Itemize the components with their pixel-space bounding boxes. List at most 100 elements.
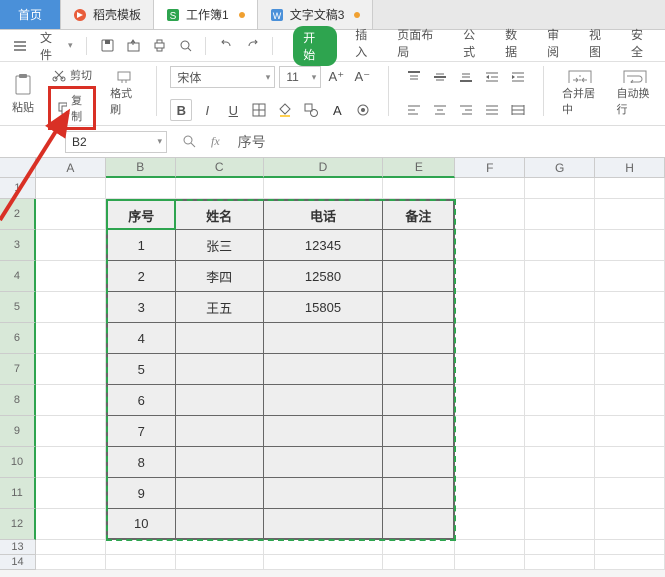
cell[interactable] — [36, 555, 106, 570]
format-painter-button[interactable]: 格式刷 — [106, 66, 141, 121]
font-name-select[interactable]: 宋体 — [170, 66, 275, 88]
underline-button[interactable]: U — [222, 99, 244, 121]
font-size-select[interactable]: 11 — [279, 66, 321, 88]
cell[interactable] — [36, 478, 106, 509]
cell[interactable] — [525, 261, 595, 292]
ribbon-tab-security[interactable]: 安全 — [631, 26, 655, 66]
copy-button[interactable]: 复制 — [48, 86, 96, 130]
cell[interactable] — [595, 416, 665, 447]
cell[interactable] — [595, 385, 665, 416]
print-icon[interactable] — [149, 36, 169, 56]
cell[interactable]: 8 — [106, 447, 176, 478]
cell[interactable] — [525, 292, 595, 323]
name-box[interactable]: B2 — [65, 131, 167, 153]
cell[interactable] — [36, 354, 106, 385]
cell[interactable] — [36, 385, 106, 416]
cell[interactable]: 李四 — [176, 261, 264, 292]
cell[interactable] — [383, 230, 455, 261]
cell[interactable] — [264, 478, 384, 509]
row-header[interactable]: 13 — [0, 540, 36, 555]
row-header[interactable]: 4 — [0, 261, 36, 292]
ribbon-tab-home[interactable]: 开始 — [293, 26, 337, 66]
cell[interactable]: 7 — [106, 416, 176, 447]
col-header[interactable]: A — [36, 158, 106, 178]
wrap-text-button[interactable]: 自动换行 — [612, 66, 657, 121]
cell[interactable] — [525, 555, 595, 570]
ribbon-tab-formula[interactable]: 公式 — [463, 26, 487, 66]
cell[interactable] — [383, 178, 455, 199]
cell[interactable] — [595, 292, 665, 323]
cell[interactable] — [455, 509, 525, 540]
col-header[interactable]: E — [383, 158, 455, 178]
cell[interactable] — [383, 478, 455, 509]
cell[interactable] — [106, 178, 176, 199]
align-middle-icon[interactable] — [429, 66, 451, 88]
align-center-icon[interactable] — [429, 99, 451, 121]
cell[interactable] — [106, 555, 176, 570]
cell[interactable] — [36, 509, 106, 540]
ribbon-tab-pagelayout[interactable]: 页面布局 — [397, 26, 445, 66]
cell[interactable] — [595, 199, 665, 230]
cell[interactable] — [383, 261, 455, 292]
cell[interactable] — [264, 385, 384, 416]
cell[interactable] — [383, 555, 455, 570]
cell[interactable] — [264, 416, 384, 447]
cell[interactable] — [525, 509, 595, 540]
cell[interactable] — [383, 385, 455, 416]
cell[interactable] — [36, 292, 106, 323]
cell[interactable] — [525, 447, 595, 478]
cell[interactable] — [383, 292, 455, 323]
cell[interactable] — [176, 540, 264, 555]
cell[interactable] — [595, 261, 665, 292]
cell[interactable]: 6 — [106, 385, 176, 416]
cell[interactable] — [525, 540, 595, 555]
cell[interactable] — [176, 385, 264, 416]
cell[interactable]: 4 — [106, 323, 176, 354]
cell[interactable] — [383, 323, 455, 354]
file-menu[interactable]: 文件 ▾ — [36, 27, 77, 65]
row-header[interactable]: 6 — [0, 323, 36, 354]
align-top-icon[interactable] — [403, 66, 425, 88]
cell[interactable] — [455, 323, 525, 354]
cell[interactable]: 序号 — [106, 199, 176, 230]
cell[interactable] — [264, 178, 384, 199]
fx-label[interactable]: fx — [211, 134, 220, 149]
cell[interactable] — [176, 447, 264, 478]
cell[interactable] — [455, 230, 525, 261]
cell[interactable] — [525, 354, 595, 385]
cell[interactable] — [36, 230, 106, 261]
cell[interactable] — [176, 509, 264, 540]
cell[interactable] — [455, 354, 525, 385]
col-header[interactable]: D — [264, 158, 384, 178]
font-color-button[interactable]: A — [326, 99, 348, 121]
cell[interactable] — [525, 323, 595, 354]
indent-decrease-icon[interactable] — [481, 66, 503, 88]
cell[interactable] — [455, 261, 525, 292]
cell[interactable] — [595, 540, 665, 555]
row-header[interactable]: 7 — [0, 354, 36, 385]
cell[interactable] — [383, 416, 455, 447]
align-right-icon[interactable] — [455, 99, 477, 121]
cell[interactable]: 10 — [106, 509, 176, 540]
cell[interactable] — [455, 416, 525, 447]
cell[interactable] — [595, 354, 665, 385]
cell[interactable]: 15805 — [264, 292, 384, 323]
row-header[interactable]: 12 — [0, 509, 36, 540]
cell[interactable]: 1 — [106, 230, 176, 261]
cell[interactable]: 12580 — [264, 261, 384, 292]
preview-icon[interactable] — [175, 36, 195, 56]
cell[interactable]: 备注 — [383, 199, 455, 230]
cell[interactable] — [264, 509, 384, 540]
decrease-font-icon[interactable]: A⁻ — [351, 66, 373, 88]
col-header[interactable]: F — [455, 158, 525, 178]
cell[interactable] — [264, 447, 384, 478]
ribbon-tab-view[interactable]: 视图 — [589, 26, 613, 66]
indent-increase-icon[interactable] — [507, 66, 529, 88]
cell[interactable]: 电话 — [264, 199, 384, 230]
cell[interactable] — [36, 261, 106, 292]
cell[interactable] — [525, 178, 595, 199]
cell[interactable]: 3 — [106, 292, 176, 323]
cell[interactable] — [455, 292, 525, 323]
cell[interactable] — [383, 540, 455, 555]
cell[interactable] — [106, 540, 176, 555]
